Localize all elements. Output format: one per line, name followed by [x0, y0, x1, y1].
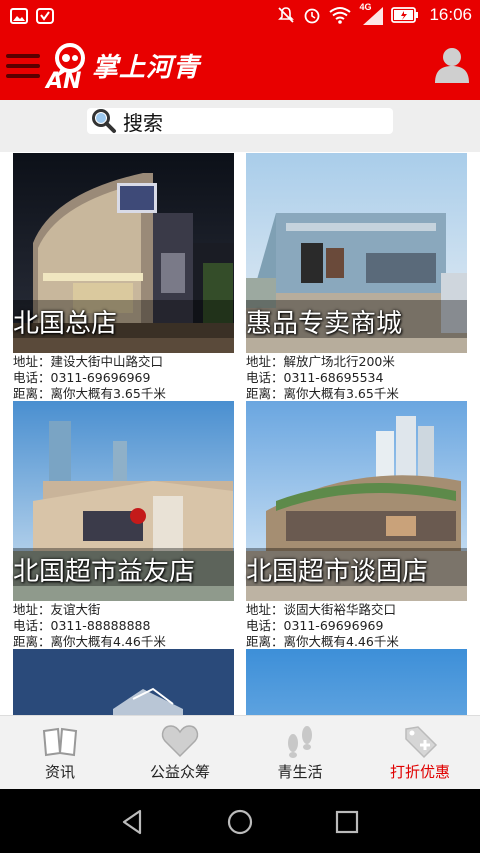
app-title: 掌上河青 [92, 53, 201, 83]
recent-apps-icon[interactable] [332, 807, 362, 837]
store-distance: 距离：离你大概有4.46千米 [246, 634, 399, 649]
shield-notification-icon [36, 8, 54, 24]
store-phone[interactable]: 电话：0311-69696969 [246, 618, 399, 634]
app-header: AN 掌上河青 [0, 32, 480, 100]
store-grid: 北国总店 地址：建设大街中山路交口 电话：0311-69696969 距离：离你… [0, 152, 480, 715]
tab-label: 青生活 [277, 763, 323, 781]
wifi-icon [329, 7, 352, 24]
search-placeholder: 搜索 [123, 110, 163, 135]
tab-news[interactable]: 资讯 [0, 716, 120, 789]
book-icon [42, 727, 78, 757]
store-distance: 距离：离你大概有4.46千米 [13, 634, 166, 649]
store-name: 北国超市谈固店 [246, 557, 429, 587]
store-distance: 距离：离你大概有3.65千米 [246, 386, 399, 401]
store-info: 地址：建设大街中山路交口 电话：0311-69696969 距离：离你大概有3.… [13, 354, 166, 402]
bottom-tab-bar: 资讯 公益众筹 青生活 打折优惠 [0, 715, 480, 789]
store-address: 地址：谈固大街裕华路交口 [246, 602, 397, 617]
store-name: 惠品专卖商城 [246, 309, 403, 339]
store-photo [13, 649, 234, 715]
store-info: 地址：友谊大街 电话：0311-88888888 距离：离你大概有4.46千米 [13, 602, 166, 650]
tab-label: 资讯 [44, 763, 75, 781]
store-phone[interactable]: 电话：0311-69696969 [13, 370, 166, 386]
back-icon[interactable] [118, 807, 148, 837]
store-name: 北国超市益友店 [13, 557, 196, 587]
mute-icon [278, 7, 295, 23]
heart-icon [161, 725, 199, 758]
status-bar: 4G 16:06 [0, 0, 480, 32]
home-icon[interactable] [225, 807, 255, 837]
tab-label: 打折优惠 [389, 763, 450, 781]
store-address: 地址：友谊大街 [13, 602, 101, 617]
price-tag-icon [405, 726, 438, 759]
tab-label: 公益众筹 [149, 763, 210, 781]
footprints-icon [288, 726, 312, 758]
hamburger-menu-icon[interactable] [6, 54, 40, 80]
store-photo [246, 649, 467, 715]
store-distance: 距离：离你大概有3.65千米 [13, 386, 166, 401]
store-name: 北国总店 [13, 309, 118, 339]
store-phone[interactable]: 电话：0311-88888888 [13, 618, 166, 634]
store-address: 地址：解放广场北行200米 [246, 354, 395, 369]
store-info: 地址：解放广场北行200米 电话：0311-68695534 距离：离你大概有3… [246, 354, 399, 402]
battery-icon [391, 7, 419, 23]
clock: 16:06 [429, 5, 472, 24]
user-profile-icon[interactable] [434, 46, 470, 84]
search-input[interactable]: 搜索 [87, 108, 393, 135]
tab-charity[interactable]: 公益众筹 [120, 716, 240, 789]
logo-letters: AN [44, 69, 81, 92]
search-icon [92, 109, 116, 133]
tab-life[interactable]: 青生活 [240, 716, 360, 789]
store-address: 地址：建设大街中山路交口 [13, 354, 164, 369]
system-navigation-bar [0, 789, 480, 853]
store-info: 地址：谈固大街裕华路交口 电话：0311-69696969 距离：离你大概有4.… [246, 602, 399, 650]
signal-icon: 4G [359, 2, 384, 25]
tab-discounts[interactable]: 打折优惠 [360, 716, 480, 789]
search-area: 搜索 [0, 100, 480, 152]
store-phone[interactable]: 电话：0311-68695534 [246, 370, 399, 386]
alarm-icon [305, 8, 320, 24]
image-notification-icon [10, 8, 28, 24]
